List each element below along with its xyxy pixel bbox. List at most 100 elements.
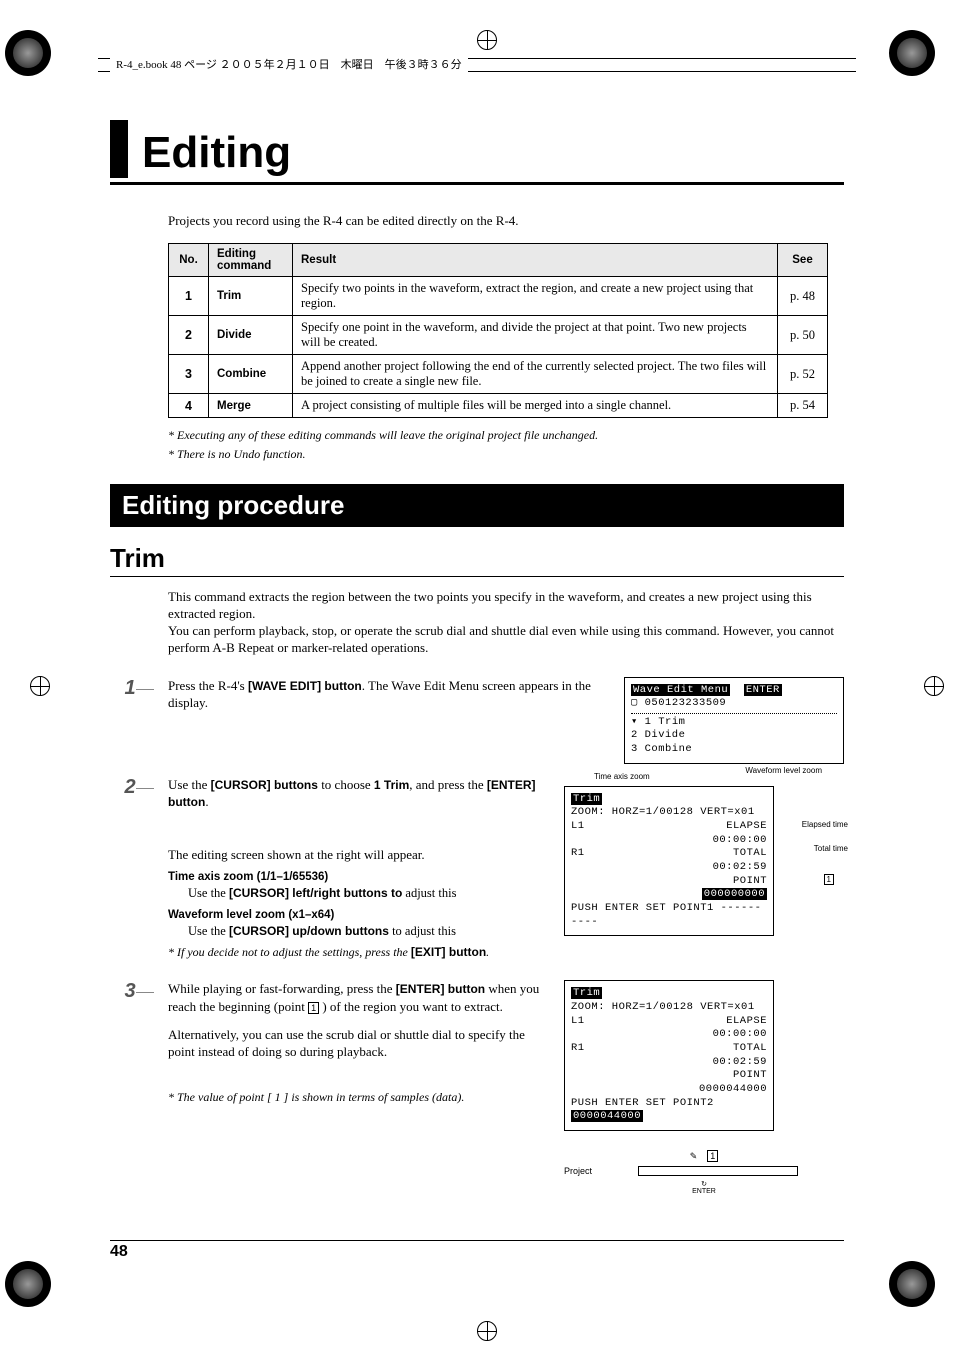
cell-cmd: Merge [209,394,293,418]
lcd-zoom: ZOOM: HORZ=1/00128 VERT=x01 [571,1001,767,1015]
lcd-zoom: ZOOM: HORZ=1/00128 VERT=x01 [571,806,767,820]
title-row: Editing [110,120,844,178]
lcd-line: ▢ 050123233509 [631,697,837,711]
project-diagram: ✎ 1 Project ↻ENTER [564,1141,844,1195]
lcd-etime: 00:00:00 [713,834,767,846]
edit-commands-table: No. Editing command Result See 1 Trim Sp… [168,243,828,418]
text: While playing or fast-forwarding, press … [168,981,396,996]
lcd-pval: 000000000 [702,888,767,900]
step-number: 3 [110,980,150,1003]
lcd-sep [631,713,837,714]
text: adjust this [402,886,456,900]
desc-line: This command extracts the region between… [168,589,844,623]
step-text: Use the [CURSOR] buttons to choose 1 Tri… [150,776,564,961]
lcd-pval: 0000044000 [699,1083,767,1095]
button-ref: [CURSOR] left/right buttons to [229,886,402,900]
footnotes: * Executing any of these editing command… [168,428,844,462]
lcd-line: 3 Combine [631,743,837,757]
lcd-footer: PUSH ENTER SET POINT2 [571,1097,714,1109]
note: * If you decide not to adjust the settin… [168,945,411,959]
lcd-label: Waveform level zoom [745,766,822,775]
lcd: Trim ZOOM: HORZ=1/00128 VERT=x01 L1 ELAPS… [564,786,774,936]
project-label: Project [564,1166,592,1176]
cell-cmd: Combine [209,355,293,394]
th-cmd: Editing command [209,244,293,277]
page-number: 48 [110,1243,128,1261]
lcd-elapse: ELAPSE [726,820,767,832]
marker-1-icon: 1 [707,1150,718,1162]
lcd-ttime: 00:02:59 [713,1056,767,1068]
lcd-title: Trim [571,987,602,999]
title-rule [110,182,844,185]
text: , and press the [409,777,487,792]
lcd-footer: PUSH ENTER SET POINT1 ---------- [571,902,767,929]
text: . [205,794,208,809]
cell-no: 2 [169,316,209,355]
marker-1-icon: 1 [308,1002,319,1014]
table-row: 4 Merge A project consisting of multiple… [169,394,828,418]
sub-intro: The editing screen shown at the right wi… [168,847,425,862]
step-3: 3 While playing or fast-forwarding, pres… [110,980,844,1194]
th-no: No. [169,244,209,277]
text: Use the [188,924,229,938]
table-row: 1 Trim Specify two points in the wavefor… [169,277,828,316]
cell-cmd: Divide [209,316,293,355]
lcd-screenshot-1: Wave Edit Menu ENTER ▢ 050123233509 ▾ 1 … [624,677,844,774]
step-text: Press the R-4's [WAVE EDIT] button. The … [150,677,624,712]
step-number: 1 [110,677,150,700]
text: Use the [188,886,229,900]
cell-result: Specify one point in the waveform, and d… [293,316,778,355]
step-number: 2 [110,776,150,799]
section-heading: Editing procedure [110,484,844,527]
cell-result: A project consisting of multiple files w… [293,394,778,418]
lcd-ch: R1 [571,1042,585,1069]
title-band [110,120,128,178]
intro-text: Projects you record using the R-4 can be… [168,213,844,229]
button-ref: [CURSOR] buttons [211,778,318,792]
table-row: 2 Divide Specify one point in the wavefo… [169,316,828,355]
lcd: Trim ZOOM: HORZ=1/00128 VERT=x01 L1 ELAPS… [564,980,774,1130]
text: to choose [318,777,374,792]
crop-mark-br [889,1261,949,1321]
cell-no: 1 [169,277,209,316]
text: to adjust this [389,924,456,938]
crop-mark-bl [5,1261,65,1321]
cell-no: 4 [169,394,209,418]
trim-description: This command extracts the region between… [168,589,844,657]
text: Use the [168,777,211,792]
project-bar [638,1166,798,1176]
lcd-ch: L1 [571,1015,585,1042]
lcd-point: POINT [733,1069,767,1081]
text: Press the R-4's [168,678,248,693]
cell-see: p. 52 [778,355,828,394]
lcd-line: 2 Divide [631,729,837,743]
cell-result: Specify two points in the waveform, extr… [293,277,778,316]
lcd-title: Trim [571,793,602,805]
lcd-elapse: ELAPSE [726,1015,767,1027]
lcd-label: Time axis zoom [594,772,650,781]
cell-see: p. 50 [778,316,828,355]
footnote: * There is no Undo function. [168,447,844,462]
lcd: Wave Edit Menu ENTER ▢ 050123233509 ▾ 1 … [624,677,844,764]
th-see: See [778,244,828,277]
lcd-enter: ENTER [744,684,782,696]
lcd-ch: L1 [571,820,585,847]
axis-title: Time axis zoom (1/1–1/65536) [168,870,554,886]
button-ref: [EXIT] button [411,945,486,959]
note: * The value of point [ 1 ] is shown in t… [168,1089,554,1105]
step-2: 2 Use the [CURSOR] buttons to choose 1 T… [110,776,844,961]
marker-1-icon: 1 [824,874,834,885]
lcd-line: ▾ 1 Trim [631,716,837,730]
alt-text: Alternatively, you can use the scrub dia… [168,1026,554,1061]
lcd-etime: 00:00:00 [713,1028,767,1040]
th-result: Result [293,244,778,277]
note: . [486,945,489,959]
footer-rule [110,1240,844,1241]
cell-see: p. 54 [778,394,828,418]
page-title: Editing [132,128,291,178]
crop-mark-tr [889,30,949,90]
table-row: 3 Combine Append another project followi… [169,355,828,394]
footnote: * Executing any of these editing command… [168,428,844,443]
desc-line: You can perform playback, stop, or opera… [168,623,844,657]
wf-title: Waveform level zoom (x1–x64) [168,908,554,924]
